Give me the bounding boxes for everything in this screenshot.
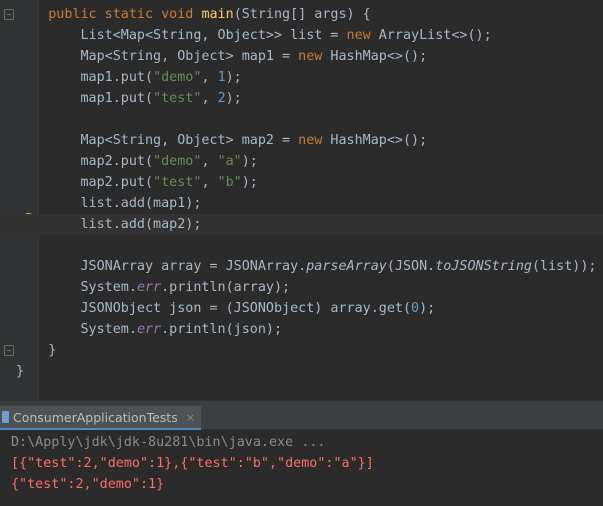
code-token: err [136,322,162,337]
code-line[interactable]: JSONArray array = JSONArray.parseArray(J… [0,256,603,277]
code-token: Map<String, Object> map1 = [16,49,299,64]
code-token: "b" [217,175,242,190]
code-token: public static void [48,7,202,22]
code-token: main [201,7,234,22]
code-token: 0 [411,301,420,316]
code-token: map2.put( [16,175,154,190]
code-token: map1.put( [16,70,154,85]
code-line[interactable]: JSONObject json = (JSONObject) array.get… [0,298,603,319]
code-line[interactable] [0,235,603,256]
console-output-line: {"test":2,"demo":1} [11,477,165,492]
code-line[interactable]: } [0,361,603,382]
run-console[interactable]: D:\Apply\jdk\jdk-8u281\bin\java.exe ... … [0,430,603,506]
code-text: List<Map<String, Object>> list = new Arr… [16,25,492,46]
code-line[interactable]: list.add(map2); [0,214,603,235]
code-text: map1.put("test", 2); [16,88,242,109]
code-line[interactable]: Map<String, Object> map1 = new HashMap<>… [0,46,603,67]
code-token: , [201,91,218,106]
code-line[interactable]: map2.put("demo", "a"); [0,151,603,172]
code-token: list.add(map1); [16,196,202,211]
code-text: } [16,361,24,382]
code-token: parseArray [306,259,387,274]
code-token: , [201,175,218,190]
code-token: } [16,364,25,379]
code-token: "test" [153,91,202,106]
code-token: ); [225,91,242,106]
code-text: Map<String, Object> map2 = new HashMap<>… [16,130,427,151]
code-token: HashMap<>(); [330,49,428,64]
code-token: Map<String, Object> map2 = [16,133,299,148]
code-token: new [298,133,331,148]
close-icon[interactable]: × [186,411,195,424]
code-text: Map<String, Object> map1 = new HashMap<>… [16,46,427,67]
code-text: System.err.println(array); [16,277,290,298]
code-token: (String[] args) { [233,7,371,22]
code-token: ); [225,70,242,85]
code-token: "demo" [153,154,202,169]
code-text: JSONObject json = (JSONObject) array.get… [16,298,435,319]
code-line[interactable] [0,109,603,130]
code-text: map2.put("test", "b"); [16,172,258,193]
code-token: (list)); [531,259,597,274]
code-token: ); [419,301,436,316]
code-line[interactable]: list.add(map1); [0,193,603,214]
console-output-line: [{"test":2,"demo":1},{"test":"b","demo":… [11,456,374,471]
code-line[interactable]: } [0,340,603,361]
code-token: "test" [153,175,202,190]
code-token: JSONArray array = JSONArray. [16,259,307,274]
code-text: public static void main(String[] args) { [16,4,371,25]
code-line[interactable]: Map<String, Object> map2 = new HashMap<>… [0,130,603,151]
code-editor[interactable]: public static void main(String[] args) {… [0,0,603,400]
code-line[interactable]: map2.put("test", "b"); [0,172,603,193]
code-line[interactable]: map1.put("demo", 1); [0,67,603,88]
code-token: JSONObject json = (JSONObject) array.get… [16,301,412,316]
code-line[interactable]: System.err.println(array); [0,277,603,298]
code-token: err [136,280,162,295]
code-token: map2.put( [16,154,154,169]
code-token: new [346,28,379,43]
code-token: ArrayList<>(); [378,28,492,43]
code-text: map1.put("demo", 1); [16,67,242,88]
code-token: ); [241,175,258,190]
run-tab-label: ConsumerApplicationTests [13,409,178,425]
run-tool-window-tabbar: ConsumerApplicationTests × [0,406,603,430]
code-token: ); [241,154,258,169]
code-token: "a" [217,154,242,169]
code-token: new [298,49,331,64]
code-token: .println(array); [161,280,291,295]
code-line[interactable]: map1.put("test", 2); [0,88,603,109]
code-token: "demo" [153,70,202,85]
code-text: list.add(map1); [16,193,201,214]
run-tab[interactable]: ConsumerApplicationTests × [0,406,201,430]
code-text: map2.put("demo", "a"); [16,151,258,172]
code-line[interactable]: List<Map<String, Object>> list = new Arr… [0,25,603,46]
code-token: 2 [217,91,226,106]
code-token: System. [16,322,137,337]
code-text: } [16,340,56,361]
code-token: (JSON. [386,259,436,274]
code-token: list.add(map2); [16,217,202,232]
code-token: .println(json); [161,322,283,337]
code-line[interactable]: System.err.println(json); [0,319,603,340]
code-token: 1 [217,70,226,85]
code-text: list.add(map2); [16,214,201,235]
code-token: , [201,154,218,169]
code-token: System. [16,280,137,295]
console-command-line: D:\Apply\jdk\jdk-8u281\bin\java.exe ... [11,435,326,450]
code-token: map1.put( [16,91,154,106]
code-text: JSONArray array = JSONArray.parseArray(J… [16,256,596,277]
code-token: List<Map<String, Object>> list = [16,28,347,43]
code-token: , [201,70,218,85]
code-token: toJSONString [435,259,532,274]
code-text: System.err.println(json); [16,319,282,340]
code-line[interactable]: public static void main(String[] args) { [0,4,603,25]
code-token: } [16,343,57,358]
code-token: HashMap<>(); [330,133,428,148]
run-config-icon [2,411,9,423]
